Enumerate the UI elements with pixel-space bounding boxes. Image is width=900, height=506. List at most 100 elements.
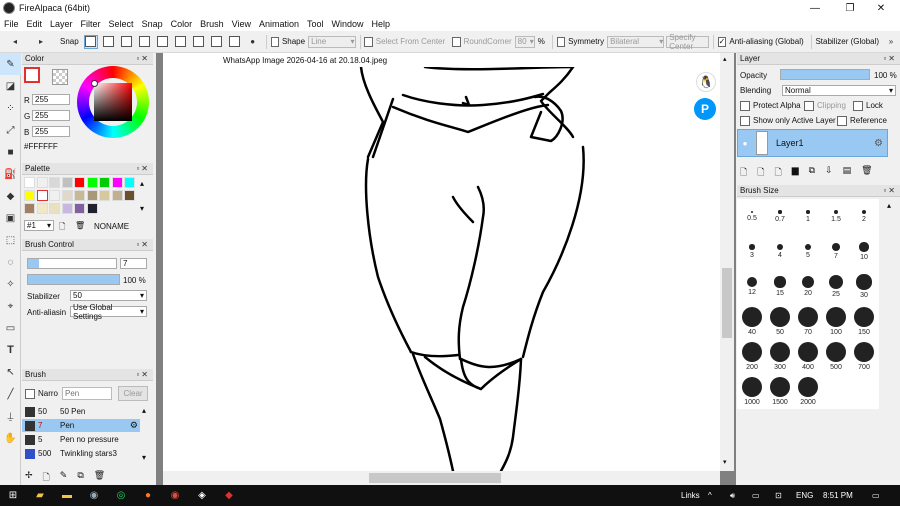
layer-settings-icon[interactable]: ⚙ (874, 138, 883, 149)
pen-tool-icon[interactable]: ✎ (0, 53, 21, 75)
shape-checkbox[interactable] (270, 36, 279, 47)
hand-tool-icon[interactable]: ✋ (0, 427, 21, 449)
lock-checkbox[interactable] (853, 101, 863, 111)
brush-list-item[interactable]: 500 Twinkling stars3 (22, 447, 140, 460)
edit-brush-icon[interactable]: ✎ (60, 470, 68, 482)
chrome-icon[interactable]: ◉ (166, 487, 184, 505)
r-input[interactable]: 255 (32, 94, 70, 105)
palette-swatch[interactable] (36, 203, 48, 214)
eraser-tool-icon[interactable]: ◪ (0, 75, 21, 97)
snap-back-icon[interactable]: ◂ (8, 35, 22, 49)
lasso-tool-icon[interactable]: ◌ (0, 251, 21, 273)
palette-swatch[interactable] (61, 190, 73, 201)
brush-size-option[interactable]: 2 (850, 199, 878, 234)
drawing-canvas[interactable] (163, 67, 720, 471)
select-eraser-tool-icon[interactable]: ▭ (0, 317, 21, 339)
palette-swatch[interactable] (74, 190, 85, 201)
duplicate-brush-icon[interactable]: ⧉ (77, 470, 83, 482)
snap-parallel-icon[interactable] (102, 35, 116, 49)
palette-swatch[interactable] (99, 190, 110, 201)
panel-controls-icon[interactable]: ▫✕ (136, 370, 150, 379)
brush-size-option[interactable]: 500 (822, 339, 850, 374)
snap-cross-icon[interactable] (120, 35, 134, 49)
new-palette-icon[interactable]: 🗋 (59, 221, 65, 235)
brush-size-option[interactable]: 200 (738, 339, 766, 374)
select-pen-tool-icon[interactable]: ⌖ (0, 295, 21, 317)
palette-swatch[interactable] (86, 203, 98, 214)
snap-vanishing-icon[interactable] (138, 35, 152, 49)
close-button[interactable]: ✕ (866, 0, 896, 16)
delete-layer-icon[interactable]: 🗑 (861, 165, 872, 181)
add-brush-icon[interactable]: ✢ (25, 470, 33, 482)
snap-curve-icon[interactable] (192, 35, 206, 49)
stabilizer-select[interactable]: 50 ▾ (70, 290, 147, 301)
panel-controls-icon[interactable]: ▫✕ (136, 54, 150, 63)
snap-radial-icon[interactable] (156, 35, 170, 49)
horizontal-scroll-thumb[interactable] (369, 473, 501, 483)
brush-size-slider[interactable] (27, 258, 117, 269)
palette-swatch[interactable] (36, 190, 48, 201)
snap-off-icon[interactable] (83, 34, 98, 49)
brush-size-option[interactable]: 15 (766, 269, 794, 304)
palette-scroll-up-icon[interactable]: ▴ (140, 179, 144, 188)
protect-alpha-checkbox[interactable] (740, 101, 750, 111)
brush-list-item[interactable]: 50 50 Pen (22, 405, 140, 418)
magic-wand-tool-icon[interactable]: ✧ (0, 273, 21, 295)
notification-icon[interactable]: ▭ (872, 485, 880, 506)
menu-snap[interactable]: Snap (142, 19, 163, 29)
vertical-scroll-thumb[interactable] (722, 268, 732, 338)
links-toolbar[interactable]: Links (681, 485, 700, 506)
brush-size-option[interactable]: 1.5 (822, 199, 850, 234)
palette-swatch[interactable] (111, 177, 123, 188)
brush-size-option[interactable]: 10 (850, 234, 878, 269)
divide-tool-icon[interactable]: ╱ (0, 383, 21, 405)
symmetry-checkbox[interactable] (556, 36, 566, 47)
brush-size-option[interactable]: 1 (794, 199, 822, 234)
palette-swatch[interactable] (86, 177, 98, 188)
brush-scroll-down-icon[interactable]: ▾ (142, 453, 146, 462)
snap-grid-icon[interactable] (210, 35, 224, 49)
brush-size-option[interactable]: 300 (766, 339, 794, 374)
shape-select[interactable]: Line ▾ (308, 35, 356, 48)
dot-tool-icon[interactable]: ⁘ (0, 97, 21, 119)
vertical-scrollbar[interactable]: ▴ ▾ (720, 53, 734, 471)
layer-row[interactable]: ● Layer1 ⚙ (737, 129, 888, 157)
g-input[interactable]: 255 (32, 110, 70, 121)
explorer-folder-icon[interactable]: ▬ (58, 487, 76, 505)
palette-swatch[interactable] (86, 190, 98, 201)
select-from-center-checkbox[interactable] (364, 36, 373, 47)
palette-scroll-down-icon[interactable]: ▾ (140, 204, 144, 213)
brush-size-input[interactable]: 7 (120, 258, 147, 269)
brush-size-option[interactable]: 100 (822, 304, 850, 339)
panel-controls-icon[interactable]: ▫✕ (883, 54, 897, 63)
hue-wheel[interactable] (77, 66, 149, 138)
brush-size-option[interactable]: 5 (794, 234, 822, 269)
menu-layer[interactable]: Layer (50, 19, 73, 29)
snap-3d-icon[interactable] (228, 35, 242, 49)
specify-center-button[interactable]: Specify Center (666, 33, 709, 51)
brush-size-option[interactable]: 70 (794, 304, 822, 339)
new-folder-icon[interactable]: ▆ (792, 165, 799, 181)
palette-swatch[interactable] (111, 190, 123, 201)
palette-swatch[interactable] (61, 203, 73, 214)
snap-settings-icon[interactable]: ● (246, 35, 260, 49)
brush-size-option[interactable]: 12 (738, 269, 766, 304)
palette-swatch[interactable] (24, 190, 35, 201)
toolbar-overflow-icon[interactable]: » (884, 35, 898, 49)
new-1bit-layer-icon[interactable]: 🗋 (775, 165, 782, 181)
text-tool-icon[interactable]: T (0, 339, 21, 361)
round-corner-checkbox[interactable] (452, 36, 461, 47)
palette-swatch[interactable] (49, 203, 60, 214)
scroll-down-icon[interactable]: ▾ (723, 458, 727, 466)
panel-controls-icon[interactable]: ▫✕ (136, 240, 150, 249)
menu-animation[interactable]: Animation (259, 19, 299, 29)
stabilizer-global-button[interactable]: Stabilizer (Global) (815, 37, 879, 46)
new-layer-icon[interactable]: 🗋 (740, 165, 747, 181)
snap-circle-icon[interactable] (174, 35, 188, 49)
brush-size-option[interactable]: 400 (794, 339, 822, 374)
brush-size-option[interactable]: 1500 (766, 374, 794, 409)
firealpaca-taskbar-icon[interactable]: ◈ (193, 487, 211, 505)
brush-size-option[interactable]: 150 (850, 304, 878, 339)
alpaca-mascot-icon[interactable]: 🐧 (696, 72, 716, 92)
eyedropper-tool-icon[interactable]: ⍊ (0, 405, 21, 427)
